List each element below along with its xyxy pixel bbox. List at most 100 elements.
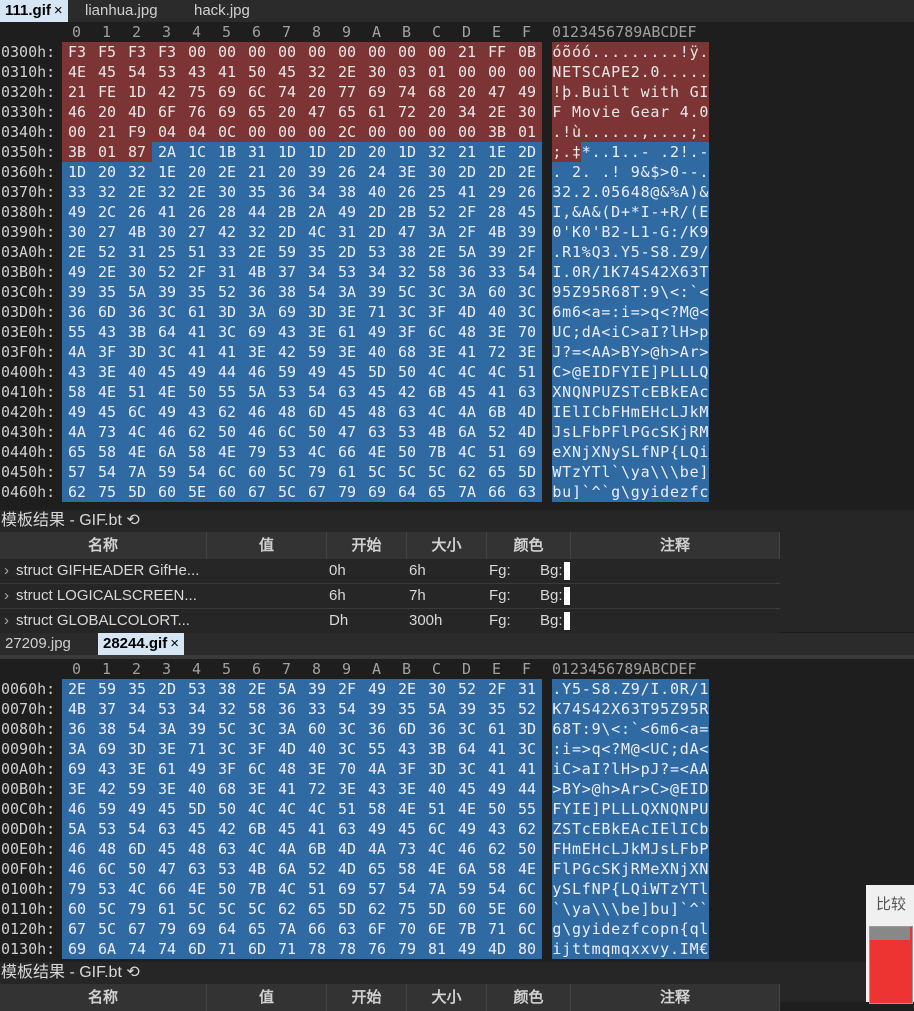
ascii-char[interactable]: . bbox=[679, 122, 690, 142]
hex-byte[interactable]: 28 bbox=[212, 202, 242, 222]
ascii-char[interactable]: > bbox=[669, 342, 680, 362]
hex-byte[interactable]: 49 bbox=[362, 322, 392, 342]
ascii-char[interactable]: \ bbox=[620, 462, 631, 482]
hex-byte[interactable]: 79 bbox=[152, 919, 182, 939]
hex-byte[interactable]: 6A bbox=[152, 442, 182, 462]
ascii-char[interactable]: U bbox=[552, 322, 562, 342]
hex-byte[interactable]: 41 bbox=[212, 342, 242, 362]
ascii-char[interactable]: A bbox=[601, 342, 611, 362]
ascii-char[interactable]: n bbox=[669, 919, 680, 939]
ascii-char[interactable]: L bbox=[630, 442, 641, 462]
hex-byte[interactable]: 2E bbox=[422, 242, 452, 262]
col-color[interactable]: 颜色 bbox=[487, 984, 571, 1011]
hex-byte[interactable]: 2D bbox=[512, 142, 542, 162]
hex-byte[interactable]: 49 bbox=[62, 402, 92, 422]
hex-byte[interactable]: 45 bbox=[512, 202, 542, 222]
hex-byte[interactable]: 49 bbox=[182, 362, 212, 382]
hex-byte[interactable]: 52 bbox=[152, 262, 182, 282]
hex-byte[interactable]: 20 bbox=[302, 82, 332, 102]
hex-byte[interactable]: 45 bbox=[392, 819, 422, 839]
hex-byte[interactable]: 32 bbox=[392, 262, 422, 282]
ascii-char[interactable]: F bbox=[552, 102, 562, 122]
ascii-char[interactable]: / bbox=[689, 679, 699, 699]
ascii-char[interactable]: b bbox=[620, 899, 631, 919]
hex-byte[interactable]: 4D bbox=[452, 302, 482, 322]
expand-chevron-icon[interactable]: › bbox=[4, 584, 9, 608]
ascii-char[interactable]: ; bbox=[669, 739, 680, 759]
ascii-char[interactable]: Q bbox=[640, 799, 650, 819]
ascii-char[interactable]: ` bbox=[552, 899, 562, 919]
hex-byte[interactable]: 1E bbox=[152, 162, 182, 182]
hex-byte[interactable]: 30 bbox=[512, 102, 542, 122]
hex-byte[interactable]: 45 bbox=[272, 819, 302, 839]
ascii-char[interactable]: X bbox=[659, 859, 670, 879]
ascii-char[interactable]: ÿ bbox=[689, 42, 699, 62]
ascii-char[interactable]: E bbox=[581, 839, 592, 859]
ascii-char[interactable]: \ bbox=[561, 899, 572, 919]
hex-byte[interactable]: 50 bbox=[392, 362, 422, 382]
ascii-char[interactable]: L bbox=[571, 879, 582, 899]
hex-byte[interactable]: 00 bbox=[362, 122, 392, 142]
hex-byte[interactable]: 49 bbox=[122, 799, 152, 819]
ascii-char[interactable]: 5 bbox=[689, 699, 699, 719]
ascii-char[interactable]: Q bbox=[699, 362, 709, 382]
ascii-char[interactable] bbox=[620, 102, 631, 122]
hex-byte[interactable]: 45 bbox=[92, 62, 122, 82]
hex-byte[interactable]: 65 bbox=[422, 482, 452, 502]
ascii-char[interactable]: 1 bbox=[640, 222, 650, 242]
ascii-char[interactable]: . bbox=[699, 42, 709, 62]
ascii-char[interactable]: . bbox=[689, 102, 699, 122]
ascii-char[interactable]: b bbox=[699, 819, 709, 839]
ascii-char[interactable]: ? bbox=[610, 739, 621, 759]
ascii-char[interactable] bbox=[591, 162, 601, 182]
ascii-char[interactable]: U bbox=[699, 799, 709, 819]
ascii-char[interactable]: { bbox=[610, 879, 621, 899]
hex-row[interactable]: 03B0h: 49 2E 30 52 2F 31 4B 37 34 53 34 32 58 36 33 54 I.… bbox=[0, 262, 914, 282]
hex-byte[interactable]: 6A bbox=[452, 859, 482, 879]
ascii-char[interactable]: ` bbox=[610, 462, 621, 482]
tab-111-gif[interactable]: 111.gif × bbox=[0, 0, 68, 22]
ascii-char[interactable]: . bbox=[689, 142, 699, 162]
ascii-char[interactable]: * bbox=[581, 142, 592, 162]
hex-byte[interactable]: 50 bbox=[242, 62, 272, 82]
hex-row[interactable]: 0380h: 49 2C 26 41 26 28 44 2B 2A 49 2D 2B 52 2F 28 45 I,… bbox=[0, 202, 914, 222]
ascii-char[interactable]: b bbox=[552, 482, 562, 502]
hex-byte[interactable]: 43 bbox=[272, 322, 302, 342]
ascii-char[interactable]: > bbox=[699, 342, 709, 362]
hex-byte[interactable]: 3A bbox=[152, 719, 182, 739]
ascii-char[interactable]: . bbox=[699, 62, 709, 82]
hex-byte[interactable]: 2D bbox=[452, 162, 482, 182]
ascii-char[interactable]: 6 bbox=[610, 282, 621, 302]
hex-byte[interactable]: 46 bbox=[242, 362, 272, 382]
hex-byte[interactable]: 36 bbox=[62, 719, 92, 739]
ascii-char[interactable]: H bbox=[679, 322, 690, 342]
ascii-char[interactable]: G bbox=[689, 82, 699, 102]
hex-byte[interactable]: 3F bbox=[92, 342, 122, 362]
ascii-char[interactable]: j bbox=[620, 859, 631, 879]
ascii-char[interactable]: T bbox=[699, 262, 709, 282]
hex-byte[interactable]: 39 bbox=[182, 719, 212, 739]
ascii-char[interactable]: 9 bbox=[650, 699, 660, 719]
hex-byte[interactable]: 33 bbox=[212, 242, 242, 262]
ascii-char[interactable]: E bbox=[561, 62, 572, 82]
hex-byte[interactable]: 1D bbox=[122, 82, 152, 102]
ascii-char[interactable]: & bbox=[659, 182, 670, 202]
hex-byte[interactable]: 4A bbox=[62, 422, 92, 442]
hex-byte[interactable]: 3C bbox=[152, 302, 182, 322]
ascii-char[interactable] bbox=[561, 162, 572, 182]
ascii-char[interactable]: p bbox=[659, 919, 670, 939]
ascii-char[interactable]: c bbox=[601, 839, 611, 859]
hex-byte[interactable]: 69 bbox=[62, 759, 92, 779]
hex-byte[interactable]: 5A bbox=[272, 679, 302, 699]
ascii-char[interactable]: K bbox=[610, 859, 621, 879]
hex-byte[interactable]: 41 bbox=[482, 382, 512, 402]
hex-byte[interactable]: 4E bbox=[212, 442, 242, 462]
hex-byte[interactable]: 53 bbox=[272, 382, 302, 402]
ascii-char[interactable]: 4 bbox=[679, 102, 690, 122]
hex-row[interactable]: 0120h: 67 5C 67 79 69 64 65 7A 66 63 6F 70 6E 7B 71 6C g \… bbox=[0, 919, 914, 939]
hex-byte[interactable]: 61 bbox=[332, 322, 362, 342]
ascii-char[interactable]: x bbox=[630, 939, 641, 959]
ascii-char[interactable]: j bbox=[561, 939, 572, 959]
ascii-char[interactable]: > bbox=[610, 779, 621, 799]
hex-byte[interactable]: 62 bbox=[212, 402, 242, 422]
